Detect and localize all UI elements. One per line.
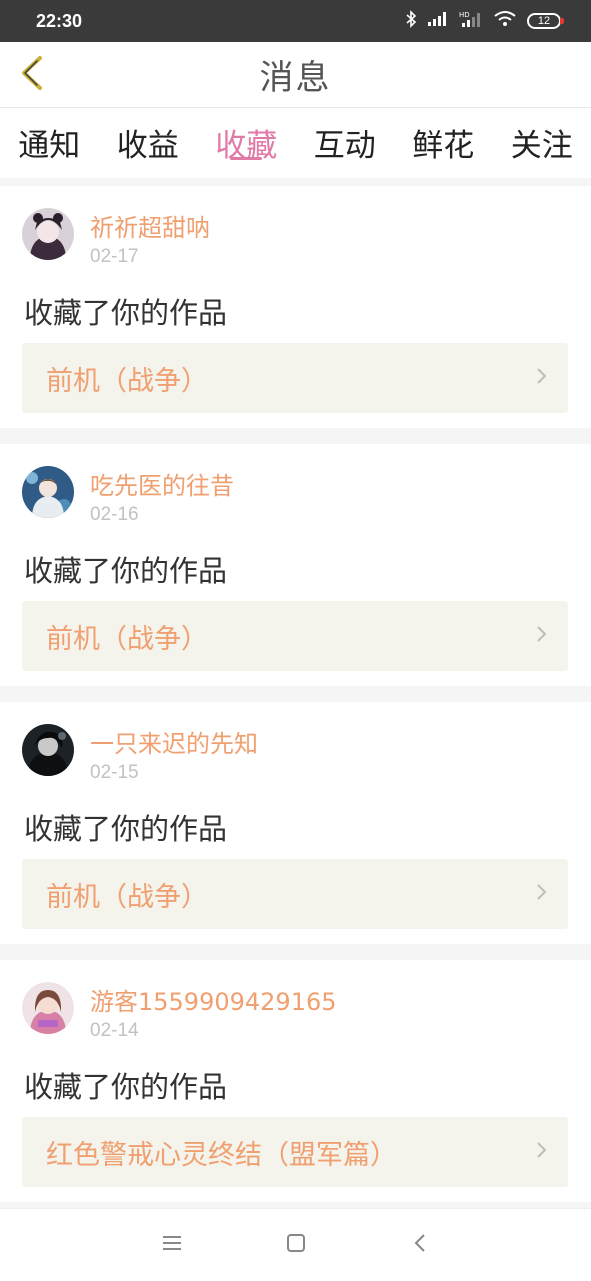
work-link[interactable]: 前机（战争） [22, 343, 568, 413]
tab-interactions[interactable]: 互动 [314, 108, 376, 166]
username[interactable]: 游客1559909429165 [90, 982, 337, 1017]
tab-earnings[interactable]: 收益 [117, 108, 179, 166]
message-action: 收藏了你的作品 [24, 296, 228, 330]
message-card: 祈祈超甜呐 02-17 收藏了你的作品 前机（战争） [0, 186, 591, 428]
back-button[interactable] [12, 55, 52, 95]
work-title: 前机（战争） [46, 623, 208, 655]
home-square-icon [286, 1233, 306, 1257]
chevron-right-icon [536, 1140, 548, 1164]
avatar[interactable] [22, 982, 74, 1034]
username[interactable]: 祈祈超甜呐 [90, 208, 210, 243]
message-action: 收藏了你的作品 [24, 1070, 228, 1104]
avatar[interactable] [22, 208, 74, 260]
chevron-right-icon [536, 882, 548, 906]
bluetooth-icon [405, 10, 417, 32]
avatar[interactable] [22, 466, 74, 518]
tab-favorites[interactable]: 收藏 [215, 108, 277, 166]
svg-text:HD: HD [459, 11, 470, 19]
message-action: 收藏了你的作品 [24, 554, 228, 588]
menu-icon [162, 1235, 182, 1255]
tab-follows[interactable]: 关注 [511, 108, 573, 166]
work-link[interactable]: 前机（战争） [22, 601, 568, 671]
message-card: 游客1559909429165 02-14 收藏了你的作品 红色警戒心灵终结（盟… [0, 960, 591, 1202]
battery-icon: 12 [527, 13, 564, 29]
tab-label: 互动 [313, 128, 376, 164]
status-bar: 22:30 HD 12 [0, 0, 591, 42]
message-card: 吃先医的往昔 02-16 收藏了你的作品 前机（战争） [0, 444, 591, 686]
message-date: 02-14 [90, 1020, 139, 1041]
message-action: 收藏了你的作品 [24, 812, 228, 846]
message-card: 一只来迟的先知 02-15 收藏了你的作品 前机（战争） [0, 702, 591, 944]
back-triangle-icon [413, 1233, 427, 1257]
avatar[interactable] [22, 724, 74, 776]
home-button[interactable] [283, 1232, 309, 1258]
page-title: 消息 [259, 58, 332, 98]
work-link[interactable]: 前机（战争） [22, 859, 568, 929]
status-icons: HD 12 [405, 10, 564, 32]
back-nav-button[interactable] [407, 1232, 433, 1258]
status-time: 22:30 [36, 10, 83, 31]
chevron-right-icon [536, 624, 548, 648]
work-title: 前机（战争） [46, 365, 208, 397]
menu-button[interactable] [159, 1232, 185, 1258]
tab-label: 关注 [510, 128, 573, 164]
tab-notifications[interactable]: 通知 [18, 108, 80, 166]
work-title: 红色警戒心灵终结（盟军篇） [46, 1139, 397, 1171]
message-date: 02-16 [90, 504, 139, 525]
tab-bar: 通知 收益 收藏 互动 鲜花 关注 [0, 108, 591, 178]
work-title: 前机（战争） [46, 881, 208, 913]
work-link[interactable]: 红色警戒心灵终结（盟军篇） [22, 1117, 568, 1187]
header: 消息 [0, 42, 591, 108]
message-list: 祈祈超甜呐 02-17 收藏了你的作品 前机（战争） 吃先医的往昔 02-16 … [0, 186, 591, 1218]
tab-label: 通知 [18, 128, 81, 164]
chevron-right-icon [536, 366, 548, 390]
active-tab-indicator [230, 157, 263, 160]
wifi-icon [493, 10, 517, 32]
message-date: 02-17 [90, 246, 139, 267]
system-nav-bar [0, 1208, 591, 1281]
hd-signal-icon: HD [459, 10, 483, 32]
tab-label: 收益 [116, 128, 179, 164]
battery-level: 12 [537, 15, 551, 27]
signal-icon [427, 11, 449, 31]
message-date: 02-15 [90, 762, 139, 783]
username[interactable]: 一只来迟的先知 [90, 724, 258, 759]
chevron-left-icon [18, 55, 46, 95]
username[interactable]: 吃先医的往昔 [90, 466, 234, 501]
tab-label: 鲜花 [412, 128, 475, 164]
tab-flowers[interactable]: 鲜花 [412, 108, 474, 166]
